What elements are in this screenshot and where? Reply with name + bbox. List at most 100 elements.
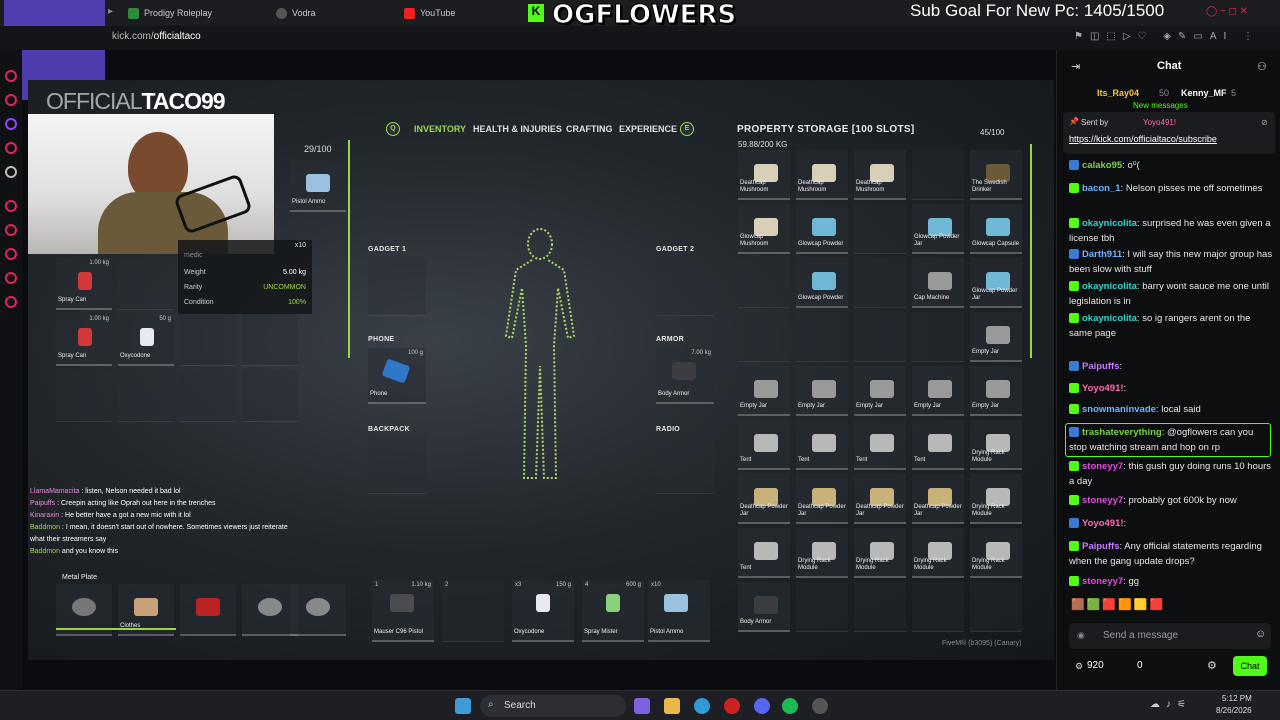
storage-slot[interactable] (854, 204, 906, 254)
phone-slot[interactable]: 100 g Phone (368, 348, 426, 404)
hotbar-slot-4[interactable]: 4 600 g Spray Mister (582, 580, 644, 642)
chat-users-icon[interactable]: ⚇ (1257, 60, 1267, 73)
storage-slot[interactable]: Drying Rack Module (854, 528, 906, 578)
pinned-link[interactable]: https://kick.com/officialtaco/subscribe (1069, 134, 1217, 144)
collapse-chat-icon[interactable]: ⇥ (1071, 60, 1080, 73)
gifter-name[interactable]: Its_Ray04 (1097, 88, 1139, 98)
storage-slot[interactable]: Tent (854, 420, 906, 470)
storage-slot[interactable] (912, 150, 964, 200)
hotbar-slot-3[interactable]: x3 150 g Oxycodone (512, 580, 574, 642)
storage-slot[interactable]: Tent (912, 420, 964, 470)
chat-username[interactable]: okaynicolita (1082, 218, 1137, 229)
chat-username[interactable]: stoneyy7 (1082, 576, 1123, 587)
file-explorer-icon[interactable] (664, 698, 680, 714)
rail-icon[interactable] (5, 142, 17, 154)
edge-icon[interactable] (694, 698, 710, 714)
storage-slot[interactable]: Empty Jar (796, 366, 848, 416)
chat-username[interactable]: okaynicolita (1082, 281, 1137, 292)
tab-experience[interactable]: EXPERIENCE (619, 124, 677, 134)
storage-slot[interactable]: Deathcap Mushroom (854, 150, 906, 200)
chat-username[interactable]: Darth911 (1082, 249, 1122, 260)
chat-username[interactable]: calako95 (1082, 160, 1122, 171)
hide-icon[interactable]: ⊘ (1261, 118, 1268, 127)
rail-icon[interactable] (5, 224, 17, 236)
storage-slot[interactable] (796, 312, 848, 362)
storage-slot[interactable]: Drying Rack Module (970, 420, 1022, 470)
storage-slot[interactable]: Deathcap Powder Jar (912, 474, 964, 524)
storage-slot[interactable]: Body Armor (738, 582, 790, 632)
tab-health[interactable]: HEALTH & INJURIES (473, 124, 562, 134)
inventory-slot[interactable]: 1.00 kg Spray Can (56, 314, 112, 366)
chat-username[interactable]: Yoyo491! (1082, 383, 1124, 394)
storage-slot[interactable]: Glowcap Mushroom (738, 204, 790, 254)
storage-slot[interactable] (854, 312, 906, 362)
chat-input[interactable]: ◉ Send a message ☺ (1069, 623, 1271, 649)
storage-slot[interactable]: Glowcap Capsule (970, 204, 1022, 254)
tab-vodra[interactable]: Vodra (276, 0, 316, 26)
storage-slot[interactable]: Tent (796, 420, 848, 470)
inventory-slot[interactable] (290, 584, 346, 636)
rail-icon[interactable] (5, 272, 17, 284)
taskbar-search[interactable]: ⌕ Search (480, 695, 626, 717)
storage-slot[interactable] (912, 582, 964, 632)
system-tray-icons[interactable]: ☁♪⚟ (1150, 699, 1192, 710)
tab-youtube[interactable]: YouTube (404, 0, 455, 26)
storage-slot[interactable]: Drying Rack Module (912, 528, 964, 578)
storage-slot[interactable]: Empty Jar (970, 366, 1022, 416)
storage-slot[interactable] (796, 582, 848, 632)
chat-username[interactable]: okaynicolita (1082, 313, 1137, 324)
storage-slot[interactable]: Drying Rack Module (970, 474, 1022, 524)
rail-icon[interactable] (5, 200, 17, 212)
copilot-icon[interactable] (634, 698, 650, 714)
storage-slot[interactable]: Deathcap Mushroom (796, 150, 848, 200)
emoji-icon[interactable]: ☺ (1255, 628, 1266, 640)
emote-bar[interactable]: 🟫🟩🟥🟧🟨🟥 (1071, 598, 1271, 614)
inventory-slot[interactable]: 1.00 kg Spray Can (56, 258, 112, 310)
storage-slot[interactable]: Empty Jar (912, 366, 964, 416)
storage-slot[interactable] (854, 258, 906, 308)
tab-prodigy[interactable]: Prodigy Roleplay (128, 0, 212, 26)
e-key-icon[interactable]: E (680, 122, 694, 136)
inventory-slot[interactable] (56, 370, 112, 422)
inventory-slot[interactable] (118, 258, 174, 310)
storage-slot[interactable]: Drying Rack Module (970, 528, 1022, 578)
storage-slot[interactable] (970, 582, 1022, 632)
chat-send-button[interactable]: Chat (1233, 656, 1267, 676)
settings-icon[interactable] (5, 296, 17, 308)
storage-slot[interactable] (912, 312, 964, 362)
tab-inventory[interactable]: INVENTORY (414, 124, 466, 134)
storage-slot[interactable]: Empty Jar (854, 366, 906, 416)
rail-icon[interactable] (5, 248, 17, 260)
hotbar-slot-2[interactable]: 2 (442, 580, 504, 642)
chat-username[interactable]: Yoyo491! (1082, 518, 1124, 529)
address-bar[interactable]: kick.com/officialtaco ⚑◫⬚▷♡ ◈✎▭AI ⋮ (0, 26, 1280, 50)
storage-slot[interactable]: Glowcap Powder Jar (970, 258, 1022, 308)
storage-slot[interactable]: Tent (738, 420, 790, 470)
chat-username[interactable]: snowmaninvade (1082, 404, 1156, 415)
chat-username[interactable]: Paipuffs (1082, 541, 1119, 552)
windows-start-icon[interactable] (455, 698, 471, 714)
url-text[interactable]: kick.com/officialtaco (112, 31, 201, 42)
storage-slot[interactable]: Deathcap Powder Jar (738, 474, 790, 524)
hotbar-slot-5[interactable]: x10 Pistol Ammo (648, 580, 710, 642)
gadget2-slot[interactable] (656, 258, 714, 316)
storage-slot[interactable]: Deathcap Powder Jar (854, 474, 906, 524)
storage-scroll[interactable] (1030, 144, 1032, 358)
storage-slot[interactable]: Glowcap Powder (796, 204, 848, 254)
backpack-slot[interactable] (368, 436, 426, 494)
storage-slot[interactable] (738, 258, 790, 308)
opera-icon[interactable] (724, 698, 740, 714)
storage-slot[interactable]: Tent (738, 528, 790, 578)
settings-icon[interactable]: ⚙ (1207, 659, 1217, 672)
storage-slot[interactable]: Drying Rack Module (796, 528, 848, 578)
chat-username[interactable]: stoneyy7 (1082, 461, 1123, 472)
storage-slot[interactable] (854, 582, 906, 632)
inventory-slot[interactable] (180, 370, 236, 422)
chat-username[interactable]: Paipuffs (1082, 361, 1119, 372)
q-key-icon[interactable]: Q (386, 122, 400, 136)
tab-crafting[interactable]: CRAFTING (566, 124, 613, 134)
chat-username[interactable]: stoneyy7 (1082, 495, 1123, 506)
storage-slot[interactable]: The Swedish Drinker (970, 150, 1022, 200)
rail-icon[interactable] (5, 94, 17, 106)
storage-slot[interactable]: Deathcap Powder Jar (796, 474, 848, 524)
